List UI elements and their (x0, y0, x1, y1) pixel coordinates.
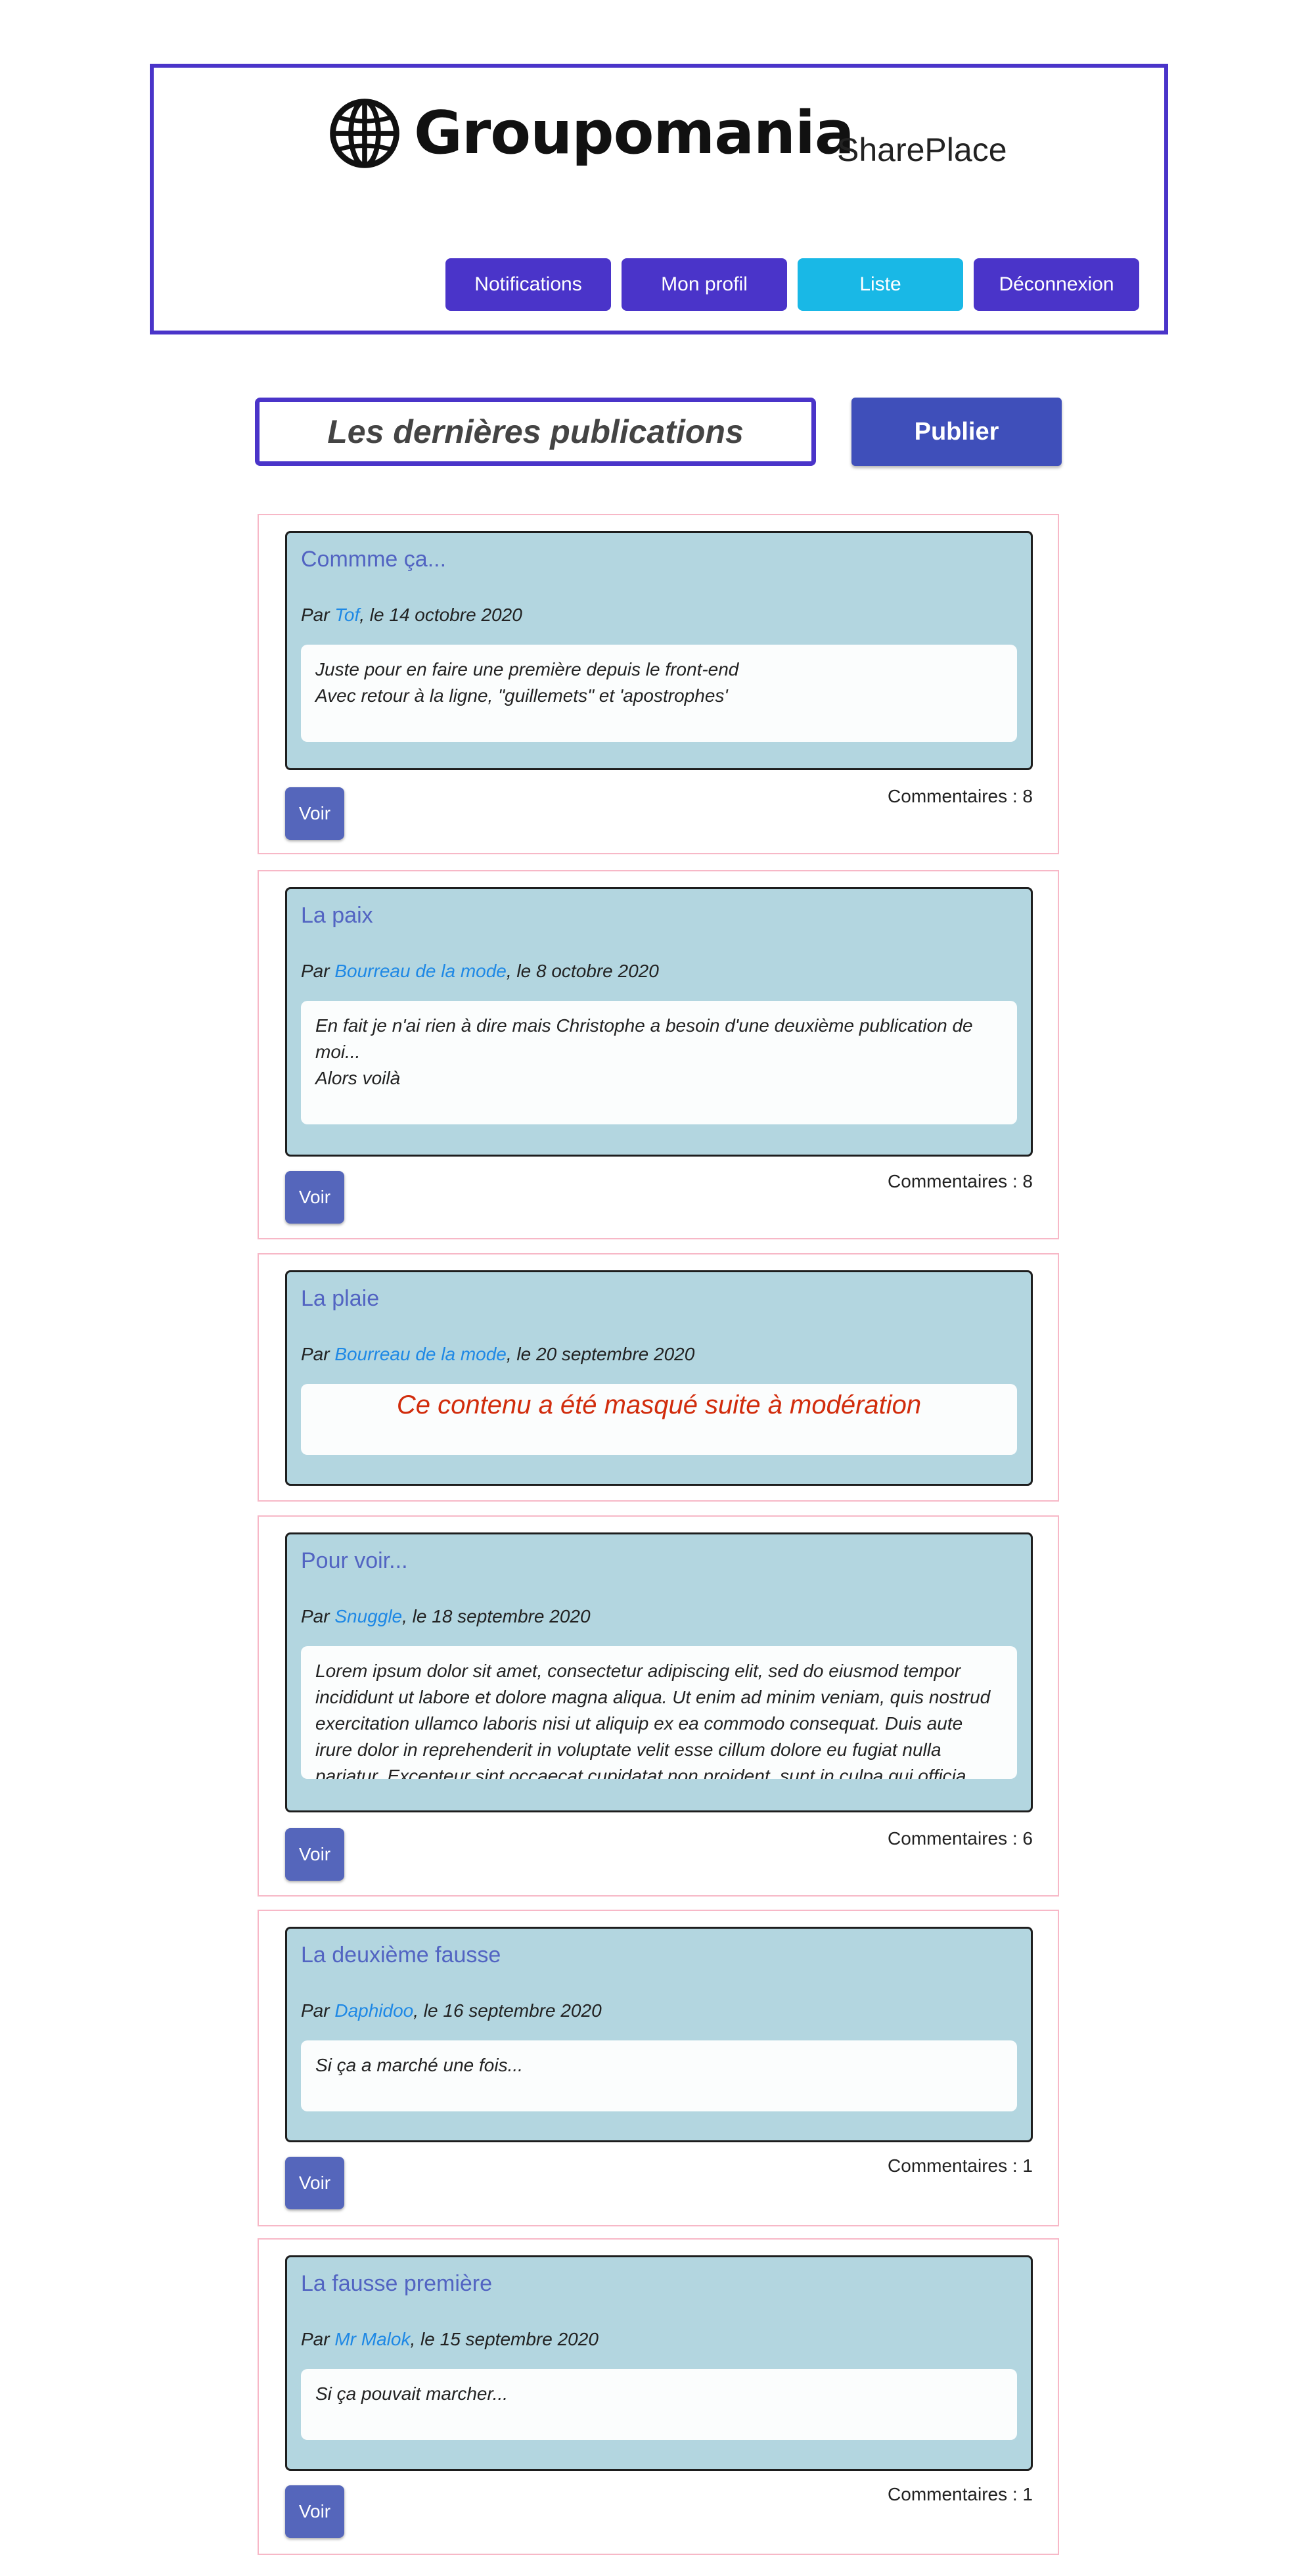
post-date: , le 14 octobre 2020 (359, 605, 522, 625)
nav-profile-button[interactable]: Mon profil (622, 258, 787, 311)
view-post-button[interactable]: Voir (285, 1828, 344, 1881)
post-title: Pour voir... (301, 1548, 408, 1573)
view-post-button[interactable]: Voir (285, 2157, 344, 2209)
post-meta: Par Snuggle, le 18 septembre 2020 (301, 1605, 591, 1628)
post-body: Juste pour en faire une première depuis … (301, 645, 1017, 742)
post-meta: Par Mr Malok, le 15 septembre 2020 (301, 2328, 599, 2351)
post-body: Si ça pouvait marcher... (301, 2369, 1017, 2440)
post-item: La fausse première Par Mr Malok, le 15 s… (258, 2238, 1059, 2555)
globe-icon (328, 97, 401, 170)
post-body: En fait je n'ai rien à dire mais Christo… (301, 1001, 1017, 1124)
post-card: La plaie Par Bourreau de la mode, le 20 … (285, 1270, 1033, 1486)
site-header: Groupomania SharePlace Notifications Mon… (150, 64, 1168, 334)
post-date: , le 15 septembre 2020 (410, 2329, 599, 2349)
post-date: , le 8 octobre 2020 (506, 961, 659, 981)
post-date: , le 16 septembre 2020 (413, 2000, 602, 2021)
post-title: La fausse première (301, 2271, 493, 2296)
main-nav: Notifications Mon profil Liste Déconnexi… (445, 258, 1139, 311)
post-title: Commme ça... (301, 547, 447, 572)
post-item: Pour voir... Par Snuggle, le 18 septembr… (258, 1515, 1059, 1897)
post-by: Par (301, 1344, 335, 1364)
nav-list-button[interactable]: Liste (798, 258, 963, 311)
post-author-link[interactable]: Mr Malok (334, 2329, 410, 2349)
post-card: La paix Par Bourreau de la mode, le 8 oc… (285, 887, 1033, 1157)
post-item: La paix Par Bourreau de la mode, le 8 oc… (258, 870, 1059, 1239)
post-title: La plaie (301, 1286, 380, 1311)
comment-count: Commentaires : 6 (888, 1828, 1033, 1849)
post-author-link[interactable]: Daphidoo (334, 2000, 413, 2021)
view-post-button[interactable]: Voir (285, 1171, 344, 1224)
comment-count: Commentaires : 1 (888, 2155, 1033, 2176)
post-item: La plaie Par Bourreau de la mode, le 20 … (258, 1253, 1059, 1502)
post-author-link[interactable]: Bourreau de la mode (334, 961, 507, 981)
post-body: Lorem ipsum dolor sit amet, consectetur … (301, 1646, 1017, 1779)
post-title: La deuxième fausse (301, 1943, 501, 1967)
post-author-link[interactable]: Bourreau de la mode (334, 1344, 507, 1364)
page-title-text: Les dernières publications (327, 413, 744, 450)
post-meta: Par Daphidoo, le 16 septembre 2020 (301, 2000, 602, 2022)
post-date: , le 18 septembre 2020 (402, 1606, 591, 1626)
post-item: Commme ça... Par Tof, le 14 octobre 2020… (258, 514, 1059, 854)
comment-count: Commentaires : 1 (888, 2484, 1033, 2504)
post-by: Par (301, 1606, 335, 1626)
nav-logout-button[interactable]: Déconnexion (974, 258, 1139, 311)
post-by: Par (301, 605, 335, 625)
post-author-link[interactable]: Tof (334, 605, 359, 625)
view-post-button[interactable]: Voir (285, 787, 344, 840)
post-date: , le 20 septembre 2020 (506, 1344, 695, 1364)
post-author-link[interactable]: Snuggle (334, 1606, 402, 1626)
post-title: La paix (301, 903, 373, 928)
post-by: Par (301, 2000, 335, 2021)
post-body: Si ça a marché une fois... (301, 2040, 1017, 2111)
publish-button[interactable]: Publier (851, 398, 1062, 466)
moderation-notice: Ce contenu a été masqué suite à modérati… (301, 1384, 1017, 1455)
post-meta: Par Bourreau de la mode, le 20 septembre… (301, 1343, 694, 1366)
post-card: La deuxième fausse Par Daphidoo, le 16 s… (285, 1927, 1033, 2142)
site-tagline: SharePlace (837, 131, 1007, 168)
comment-count: Commentaires : 8 (888, 1171, 1033, 1191)
page-title: Les dernières publications (255, 398, 816, 466)
brand-logo[interactable]: Groupomania (328, 97, 855, 170)
post-meta: Par Tof, le 14 octobre 2020 (301, 604, 522, 626)
post-item: La deuxième fausse Par Daphidoo, le 16 s… (258, 1910, 1059, 2226)
brand-name: Groupomania (414, 99, 855, 168)
post-by: Par (301, 961, 335, 981)
comment-count: Commentaires : 8 (888, 786, 1033, 806)
view-post-button[interactable]: Voir (285, 2485, 344, 2538)
post-card: Commme ça... Par Tof, le 14 octobre 2020… (285, 531, 1033, 770)
post-meta: Par Bourreau de la mode, le 8 octobre 20… (301, 960, 659, 982)
post-card: La fausse première Par Mr Malok, le 15 s… (285, 2255, 1033, 2471)
post-card: Pour voir... Par Snuggle, le 18 septembr… (285, 1532, 1033, 1812)
nav-notifications-button[interactable]: Notifications (445, 258, 611, 311)
post-by: Par (301, 2329, 335, 2349)
